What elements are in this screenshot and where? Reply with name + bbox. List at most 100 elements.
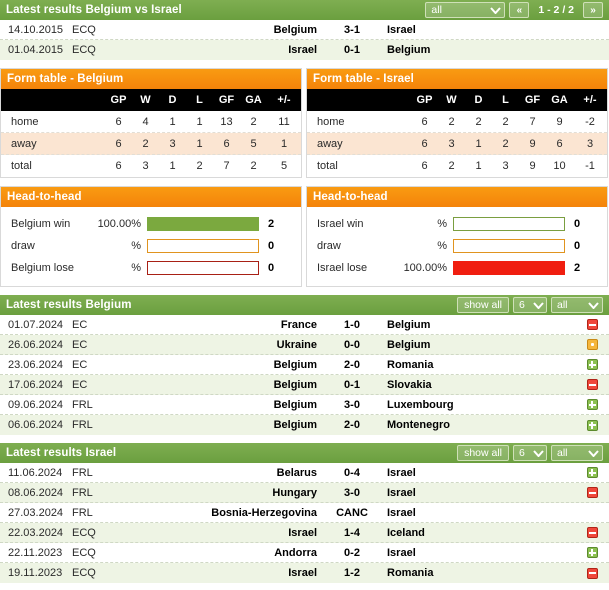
home-team[interactable]: Israel (124, 567, 325, 579)
home-team[interactable]: Belgium (124, 24, 325, 36)
head-to-head-row: Belgium lose% 0 (1, 257, 301, 279)
show-all-button-belgium[interactable]: show all (457, 297, 509, 313)
form-table-cell: 6 (115, 137, 122, 150)
away-team[interactable]: Israel (379, 507, 575, 519)
chevron-down-icon (533, 447, 544, 459)
match-row[interactable]: 11.06.2024 FRL Belarus 0-4 Israel (0, 463, 609, 483)
away-team[interactable]: Israel (379, 467, 575, 479)
match-date: 01.07.2024 (8, 318, 64, 331)
match-row[interactable]: 17.06.2024 EC Belgium 0-1 Slovakia (0, 375, 609, 395)
away-team[interactable]: Slovakia (379, 379, 575, 391)
match-competition: EC (72, 378, 88, 391)
match-score: 0-2 (344, 546, 360, 559)
home-team[interactable]: Bosnia-Herzegovina (124, 507, 325, 519)
match-score: 1-2 (344, 567, 360, 579)
form-table-col-d: D (474, 94, 483, 106)
head-to-head-bar-fill (147, 217, 259, 231)
match-row[interactable]: 14.10.2015 ECQ Belgium 3-1 Israel (0, 20, 609, 40)
match-competition: FRL (72, 466, 93, 479)
match-row[interactable]: 23.06.2024 EC Belgium 2-0 Romania (0, 355, 609, 375)
match-score: 3-0 (344, 486, 360, 499)
result-win-icon (586, 399, 598, 410)
away-team[interactable]: Belgium (379, 44, 575, 56)
latest-israel-rows: 11.06.2024 FRL Belarus 0-4 Israel 08.06.2024 F… (0, 463, 609, 583)
match-preview-page: Latest results Belgium vs Israel all « 1… (0, 0, 609, 590)
form-table-cell: 2 (502, 137, 509, 150)
match-row[interactable]: 19.11.2023 ECQ Israel 1-2 Romania (0, 563, 609, 583)
result-status-badge (575, 527, 609, 538)
next-page-button[interactable]: » (583, 2, 603, 18)
show-all-button-israel[interactable]: show all (457, 445, 509, 461)
form-table-col-w: W (140, 94, 151, 106)
match-row[interactable]: 27.03.2024 FRL Bosnia-Herzegovina CANC Israe… (0, 503, 609, 523)
away-team[interactable]: Romania (379, 359, 575, 371)
form-table-row: home 6 2 2 2 7 9 -2 (307, 111, 607, 133)
prev-page-button[interactable]: « (509, 2, 530, 18)
latest-israel-title: Latest results Israel (6, 447, 117, 459)
match-score: 3-1 (344, 23, 360, 36)
head-to-head-count: 2 (574, 262, 581, 274)
head-to-head-bar (147, 217, 259, 231)
chevron-down-icon (587, 447, 599, 459)
home-team[interactable]: Belgium (124, 419, 325, 431)
home-team[interactable]: Israel (124, 44, 325, 56)
away-team[interactable]: Luxembourg (379, 399, 575, 411)
form-table-cell: -1 (585, 160, 595, 172)
home-team[interactable]: Belarus (124, 467, 325, 479)
match-row[interactable]: 26.06.2024 EC Ukraine 0-0 Belgium (0, 335, 609, 355)
chevron-down-icon (489, 4, 501, 16)
home-team[interactable]: Hungary (124, 487, 325, 499)
head-to-head-belgium-title: Head-to-head (7, 191, 82, 203)
match-row[interactable]: 06.06.2024 FRL Belgium 2-0 Montenegro (0, 415, 609, 435)
h2h-competition-select[interactable]: all (425, 2, 506, 18)
home-team[interactable]: Belgium (124, 359, 325, 371)
row-count-select-israel[interactable]: 6 (513, 445, 547, 461)
home-team[interactable]: Israel (124, 527, 325, 539)
h2h-results-header: Latest results Belgium vs Israel all « 1… (0, 0, 609, 20)
away-team[interactable]: Israel (379, 24, 575, 36)
away-team[interactable]: Israel (379, 547, 575, 559)
match-row[interactable]: 22.11.2023 ECQ Andorra 0-2 Israel (0, 543, 609, 563)
h2h-results-rows: 14.10.2015 ECQ Belgium 3-1 Israel 01.04.2015 E… (0, 20, 609, 60)
form-table-row-label: home (317, 115, 345, 128)
form-table-cell: 10 (553, 160, 566, 172)
home-team[interactable]: Andorra (124, 547, 325, 559)
away-team[interactable]: Belgium (379, 339, 575, 351)
match-row[interactable]: 09.06.2024 FRL Belgium 3-0 Luxembourg (0, 395, 609, 415)
match-date: 19.11.2023 (8, 567, 63, 579)
away-team[interactable]: Romania (379, 567, 575, 579)
match-row[interactable]: 01.04.2015 ECQ Israel 0-1 Belgium (0, 40, 609, 60)
home-team[interactable]: Belgium (124, 379, 325, 391)
home-team[interactable]: France (124, 319, 325, 331)
form-table-col-gp: GP (110, 94, 127, 106)
result-status-badge (575, 419, 609, 431)
head-to-head-israel-body: Israel win% 0 draw% 0 Israel lose 100.00% 2 (307, 207, 607, 286)
form-table-cell: 6 (421, 137, 428, 150)
form-table-cell: 5 (280, 160, 288, 172)
head-to-head-bar (453, 239, 565, 253)
away-team[interactable]: Israel (379, 487, 575, 499)
head-to-head-percent: 100.00% (403, 262, 447, 274)
home-team[interactable]: Belgium (124, 399, 325, 411)
away-team[interactable]: Iceland (379, 527, 575, 539)
match-score: 0-0 (344, 338, 360, 351)
competition-select-belgium[interactable]: all (551, 297, 603, 313)
form-table-row-label: total (317, 160, 338, 172)
home-team[interactable]: Ukraine (124, 339, 325, 351)
form-table-cell: 9 (556, 115, 563, 128)
match-row[interactable]: 01.07.2024 EC France 1-0 Belgium (0, 315, 609, 335)
match-date: 22.03.2024 (8, 526, 64, 539)
row-count-select-belgium[interactable]: 6 (513, 297, 547, 313)
form-table-row-label: home (11, 115, 39, 128)
form-table-cell: 1 (280, 137, 288, 150)
away-team[interactable]: Montenegro (379, 419, 575, 431)
away-team[interactable]: Belgium (379, 319, 575, 331)
head-to-head-israel-title: Head-to-head (313, 191, 388, 203)
result-status-badge (575, 567, 609, 579)
match-row[interactable]: 22.03.2024 ECQ Israel 1-4 Iceland (0, 523, 609, 543)
competition-select-israel[interactable]: all (551, 445, 603, 461)
form-table-col-l: L (196, 94, 203, 106)
form-table-cell: 2 (142, 137, 149, 150)
match-row[interactable]: 08.06.2024 FRL Hungary 3-0 Israel (0, 483, 609, 503)
result-draw-icon (586, 339, 598, 350)
